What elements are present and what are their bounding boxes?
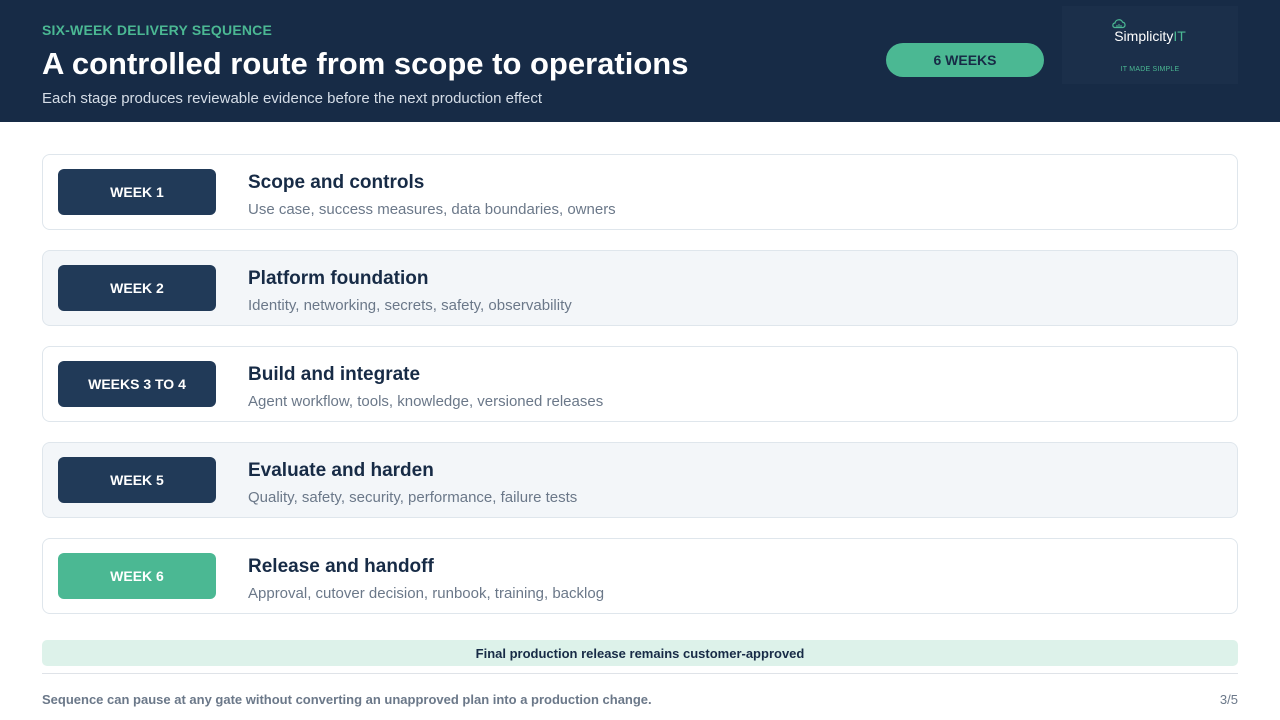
stage-title: Build and integrate	[248, 364, 421, 385]
logo-name-primary: Simplicity	[1114, 28, 1174, 44]
stage-description: Approval, cutover decision, runbook, tra…	[248, 585, 605, 602]
stage-card-weeks-3-to-4: WEEKS 3 TO 4 Build and integrate Agent w…	[42, 346, 1238, 422]
stage-description: Identity, networking, secrets, safety, o…	[248, 297, 572, 314]
week-badge: WEEK 5	[58, 457, 216, 503]
week-badge: WEEK 1	[58, 169, 216, 215]
stage-card-week-2: WEEK 2 Platform foundation Identity, net…	[42, 250, 1238, 326]
stage-card-week-5: WEEK 5 Evaluate and harden Quality, safe…	[42, 442, 1238, 518]
page-number: 3/5	[1219, 692, 1238, 707]
week-badge: WEEKS 3 TO 4	[58, 361, 216, 407]
stage-description: Use case, success measures, data boundar…	[248, 201, 616, 218]
stage-card-week-1: WEEK 1 Scope and controls Use case, succ…	[42, 154, 1238, 230]
logo-tagline: IT MADE SIMPLE	[1120, 66, 1180, 73]
stage-card-week-6: WEEK 6 Release and handoff Approval, cut…	[42, 538, 1238, 614]
footer-divider	[42, 673, 1238, 674]
stage-title: Scope and controls	[248, 172, 425, 193]
company-logo: SimplicityIT IT MADE SIMPLE	[1062, 6, 1238, 84]
approval-banner: Final production release remains custome…	[42, 640, 1238, 666]
page-title: A controlled route from scope to operati…	[42, 46, 689, 81]
stage-title: Platform foundation	[248, 268, 429, 289]
logo-wordmark: SimplicityIT	[1062, 28, 1238, 44]
page-subtitle: Each stage produces reviewable evidence …	[42, 90, 543, 107]
week-badge: WEEK 6	[58, 553, 216, 599]
week-badge: WEEK 2	[58, 265, 216, 311]
stage-description: Agent workflow, tools, knowledge, versio…	[248, 393, 604, 410]
duration-badge: 6 WEEKS	[886, 43, 1044, 77]
stage-title: Release and handoff	[248, 556, 434, 577]
logo-name-accent: IT	[1173, 28, 1186, 44]
section-eyebrow: SIX-WEEK DELIVERY SEQUENCE	[42, 22, 273, 38]
stage-title: Evaluate and harden	[248, 460, 434, 481]
footer-note: Sequence can pause at any gate without c…	[42, 692, 652, 707]
stage-description: Quality, safety, security, performance, …	[248, 489, 578, 506]
slide-header: SIX-WEEK DELIVERY SEQUENCE A controlled …	[0, 0, 1280, 122]
